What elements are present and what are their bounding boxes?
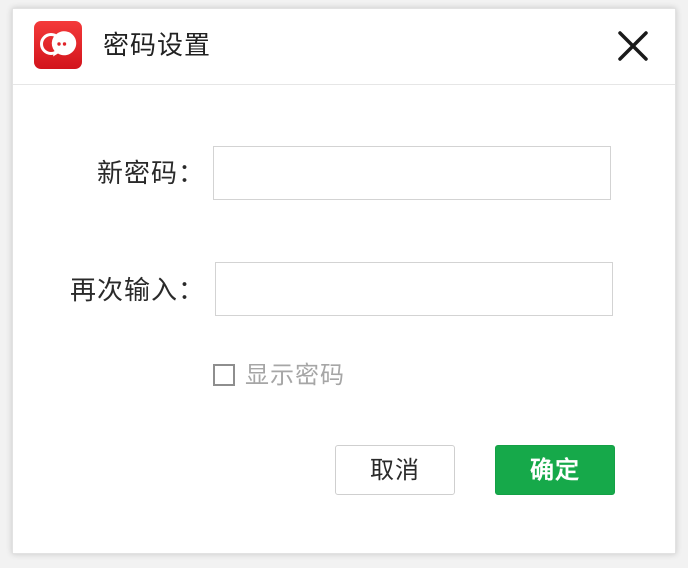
close-icon (618, 31, 648, 61)
dialog-titlebar: 密码设置 (13, 9, 675, 85)
new-password-label: 新密码： (96, 159, 205, 189)
password-settings-dialog: 密码设置 新密码： 再次输入： 显示密码 取消 确定 (12, 8, 676, 554)
close-button[interactable] (613, 26, 653, 66)
confirm-button[interactable]: 确定 (495, 445, 615, 495)
show-password-label: 显示密码 (245, 361, 345, 389)
repeat-password-input[interactable] (215, 262, 613, 316)
app-logo (34, 21, 82, 69)
cancel-button[interactable]: 取消 (335, 445, 455, 495)
dialog-title: 密码设置 (103, 31, 212, 61)
chat-bubble-icon (40, 31, 77, 57)
repeat-password-label: 再次输入： (69, 276, 205, 306)
show-password-checkbox[interactable] (213, 364, 235, 386)
new-password-input[interactable] (213, 146, 611, 200)
